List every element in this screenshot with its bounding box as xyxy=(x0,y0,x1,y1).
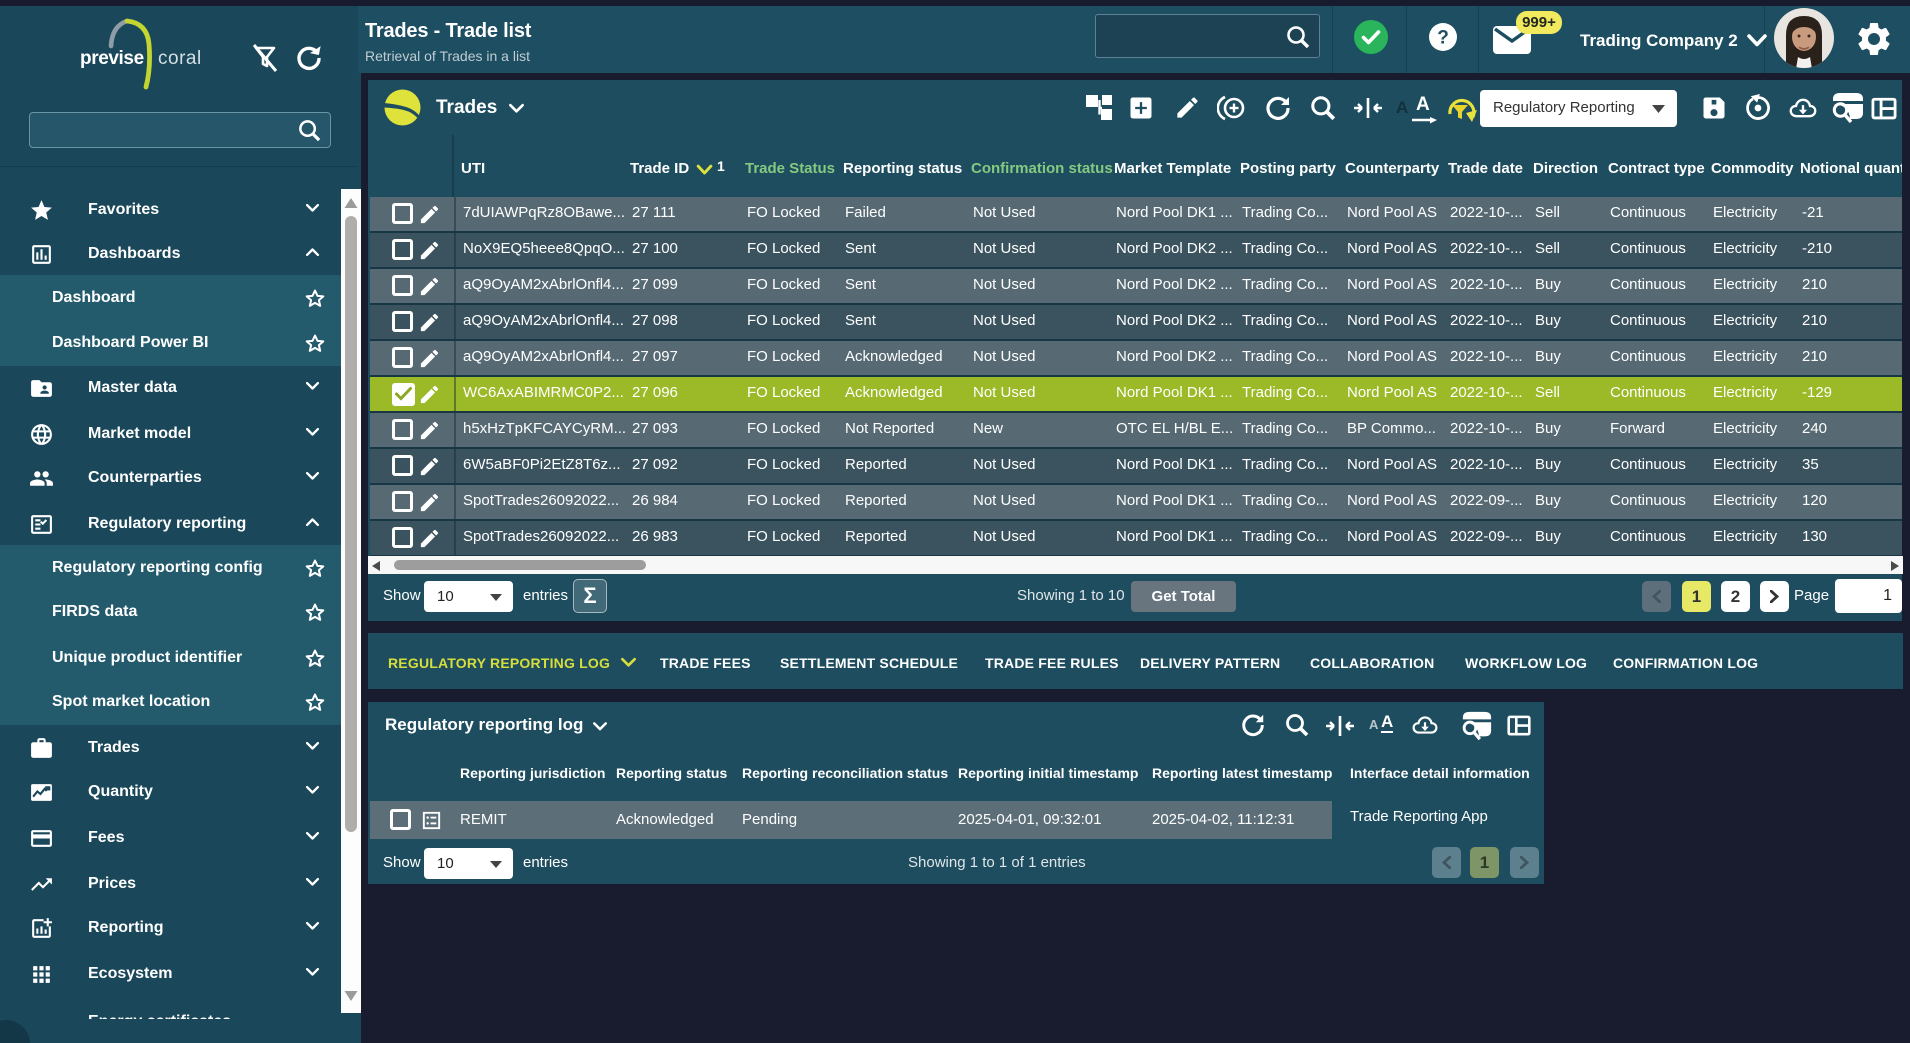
svg-text:?: ? xyxy=(1437,28,1449,49)
